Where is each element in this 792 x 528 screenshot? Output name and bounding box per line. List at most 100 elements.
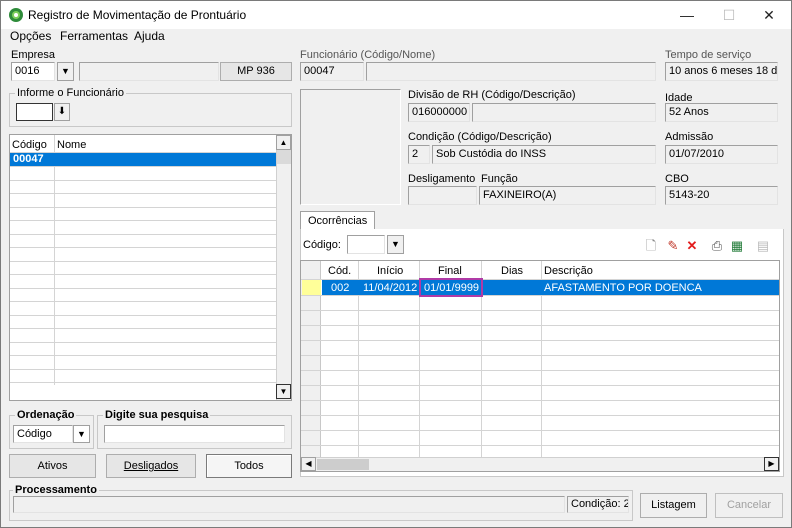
cbo-label: CBO [665,173,689,185]
title-bar: Registro de Movimentação de Prontuário —… [1,1,791,29]
list-scroll-thumb[interactable] [277,150,291,164]
employee-photo [300,89,401,205]
list-row-line [10,355,276,356]
list-row-codigo[interactable]: 00047 [13,153,44,165]
grid-row-line [301,325,779,326]
delete-icon[interactable]: ✕ [684,238,700,254]
funcionario-name-field [366,62,656,81]
grid-header-final[interactable]: Final [438,265,462,277]
download-icon[interactable]: ⬇ [54,103,70,121]
list-row-line [10,166,276,167]
grid-cell-inicio[interactable]: 11/04/2012 [363,282,417,294]
tempo-servico-label: Tempo de serviço [665,49,752,61]
grid-row-line [301,310,779,311]
grid-row-line [301,400,779,401]
print-icon[interactable]: ⎙ [709,238,725,254]
grid-row-line [301,355,779,356]
grid-cell-cod[interactable]: 002 [331,282,349,294]
condicao-desc-field: Sob Custódia do INSS [432,145,656,164]
list-row-line [10,301,276,302]
grid-row-line [301,430,779,431]
list-row-selected[interactable] [10,153,276,166]
grid-current-row-indicator [302,280,321,295]
empresa-dropdown-button[interactable]: ▼ [57,62,74,81]
funcao-label: Função [481,173,518,185]
list-row-line [10,369,276,370]
menu-opcoes[interactable]: Opções [10,29,51,43]
divisao-code-field: 016000000 [408,103,470,122]
list-row-line [10,288,276,289]
minimize-button[interactable]: — [665,1,709,29]
tab-ocorrencias[interactable]: Ocorrências [300,211,376,230]
excel-export-icon[interactable]: ▦ [729,238,745,254]
processamento-label: Processamento [13,484,99,496]
informe-input[interactable] [16,103,53,121]
listagem-button[interactable]: Listagem [640,493,707,518]
grid-header-descricao[interactable]: Descrição [544,265,593,277]
idade-field: 52 Anos [665,103,778,122]
processamento-progress [13,496,565,513]
list-header-codigo[interactable]: Código [12,139,47,151]
grid-header-inicio[interactable]: Início [377,265,403,277]
list-header-nome[interactable]: Nome [57,139,86,151]
window-title: Registro de Movimentação de Prontuário [28,8,247,22]
tempo-servico-field: 10 anos 6 meses 18 dias [665,62,778,81]
grid-cell-descricao[interactable]: AFASTAMENTO POR DOENCA [544,282,702,294]
list-row-line [10,328,276,329]
todos-button[interactable]: Todos [206,454,292,478]
list-row-line [10,207,276,208]
list-column-divider [54,135,55,385]
list-row-line [10,220,276,221]
grid-header-cod[interactable]: Cód. [328,265,351,277]
divisao-label: Divisão de RH (Código/Descrição) [408,89,576,101]
list-row-line [10,261,276,262]
desligados-button[interactable]: Desligados [106,454,196,478]
mp936-button[interactable]: MP 936 [220,62,292,81]
grid-cell-final-highlight [419,278,483,297]
desligamento-field [408,186,477,205]
grid-hscrollbar[interactable] [301,457,779,471]
list-row-line [10,247,276,248]
ocorrencias-codigo-dropdown-icon[interactable]: ▼ [387,235,404,254]
cancelar-button[interactable]: Cancelar [715,493,783,518]
menu-ajuda[interactable]: Ajuda [134,29,165,43]
list-scrollbar[interactable] [276,135,291,400]
menu-ferramentas[interactable]: Ferramentas [60,29,128,43]
ativos-button[interactable]: Ativos [9,454,96,478]
grid-scroll-thumb[interactable] [317,459,369,470]
new-document-icon[interactable]: 🗋 [643,238,659,254]
empresa-code-field[interactable]: 0016 [11,62,55,81]
list-row-line [10,382,276,383]
list-scroll-down-icon[interactable]: ▼ [276,384,291,399]
report-icon[interactable]: ▤ [755,238,771,254]
grid-row-line [301,295,779,296]
grid-scroll-left-icon[interactable]: ◀ [301,457,316,471]
admissao-field: 01/07/2010 [665,145,778,164]
app-icon [9,8,23,22]
grid-scroll-right-icon[interactable]: ▶ [764,457,779,471]
list-row-line [10,193,276,194]
list-row-line [10,342,276,343]
ordenacao-select[interactable]: Código [13,425,73,443]
admissao-label: Admissão [665,131,714,143]
processamento-status: Condição: 2 [567,496,629,513]
edit-pencil-icon[interactable]: ✎ [665,238,681,254]
list-row-line [10,315,276,316]
ocorrencias-codigo-select[interactable] [347,235,385,254]
menu-bar: Opções Ferramentas Ajuda [1,29,791,45]
employee-list[interactable] [9,134,292,401]
close-button[interactable]: ✕ [747,1,791,29]
grid-row-line [301,445,779,446]
funcionario-code-field: 00047 [300,62,364,81]
empresa-name-field [79,62,219,81]
main-window: Registro de Movimentação de Prontuário —… [0,0,792,528]
ordenacao-dropdown-icon[interactable]: ▼ [73,425,90,443]
list-scroll-up-icon[interactable]: ▲ [276,135,291,150]
grid-row-line [301,385,779,386]
funcao-field: FAXINEIRO(A) [479,186,656,205]
grid-header-dias[interactable]: Dias [501,265,523,277]
pesquisa-input[interactable] [104,425,285,443]
maximize-button[interactable]: ☐ [707,1,751,29]
pesquisa-label: Digite sua pesquisa [103,409,211,421]
funcionario-label: Funcionário (Código/Nome) [300,49,436,61]
